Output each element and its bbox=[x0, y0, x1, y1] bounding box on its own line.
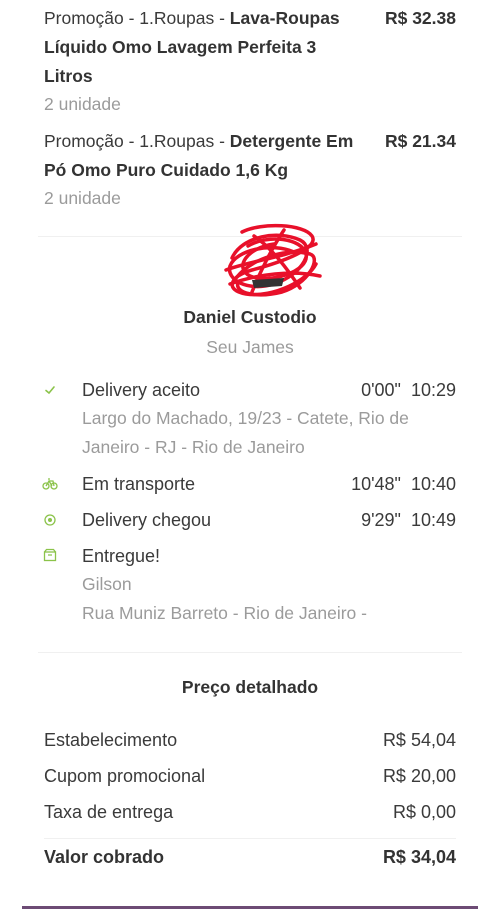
price-label: Estabelecimento bbox=[44, 730, 178, 750]
price-value: R$ 0,00 bbox=[392, 802, 456, 822]
step-title: Em transporte bbox=[82, 474, 196, 494]
courier-name: Daniel Custodio bbox=[183, 307, 317, 327]
step-duration: 9'29" bbox=[361, 510, 401, 530]
price-breakdown-title: Preço detalhado bbox=[181, 677, 319, 697]
step-duration: 10'48" bbox=[351, 474, 401, 494]
step-address: Rua Muniz Barreto - Rio de Janeiro - bbox=[82, 603, 367, 623]
total-label: Valor cobrado bbox=[44, 847, 165, 867]
divider bbox=[44, 838, 456, 839]
price-label: Taxa de entrega bbox=[44, 802, 174, 822]
item-price: R$ 32.38 bbox=[384, 8, 456, 28]
step-title: Entregue! bbox=[82, 546, 161, 566]
step-time: 9'29" 10:49 bbox=[361, 510, 456, 531]
order-item: Promoção - 1.Roupas - Lava-Roupas Líquid… bbox=[44, 4, 458, 120]
price-value: R$ 54,04 bbox=[382, 730, 456, 750]
step-recipient: Gilson bbox=[82, 574, 132, 594]
divider bbox=[38, 652, 462, 653]
step-clock: 10:29 bbox=[410, 380, 456, 400]
step-clock: 10:49 bbox=[410, 510, 456, 530]
order-item: Promoção - 1.Roupas - Detergente Em Pó O… bbox=[44, 127, 458, 213]
price-label: Cupom promocional bbox=[44, 766, 206, 786]
step-time: 10'48" 10:40 bbox=[351, 474, 456, 495]
courier-avatar-redaction-scribble bbox=[224, 223, 322, 297]
package-icon bbox=[43, 548, 57, 562]
item-quantity: 2 unidade bbox=[44, 188, 121, 208]
courier-subtitle: Seu James bbox=[206, 337, 294, 357]
item-name: Promoção - 1.Roupas - Lava-Roupas Líquid… bbox=[44, 4, 369, 91]
bicycle-icon bbox=[42, 478, 58, 490]
item-prefix: Promoção - 1.Roupas - bbox=[44, 131, 230, 151]
item-prefix: Promoção - 1.Roupas - bbox=[44, 8, 230, 28]
check-icon bbox=[45, 386, 55, 395]
step-clock: 10:40 bbox=[410, 474, 456, 494]
item-name: Promoção - 1.Roupas - Detergente Em Pó O… bbox=[44, 127, 369, 185]
location-target-icon bbox=[44, 514, 56, 526]
step-duration: 0'00" bbox=[361, 380, 401, 400]
total-value: R$ 34,04 bbox=[382, 847, 456, 867]
bottom-accent-bar bbox=[22, 906, 478, 909]
item-quantity: 2 unidade bbox=[44, 94, 121, 114]
step-address: Largo do Machado, 19/23 - Catete, Rio de… bbox=[82, 408, 409, 457]
price-value: R$ 20,00 bbox=[382, 766, 456, 786]
item-price: R$ 21.34 bbox=[384, 131, 456, 151]
step-time: 0'00" 10:29 bbox=[361, 380, 456, 401]
step-title: Delivery aceito bbox=[82, 380, 201, 400]
step-title: Delivery chegou bbox=[82, 510, 212, 530]
